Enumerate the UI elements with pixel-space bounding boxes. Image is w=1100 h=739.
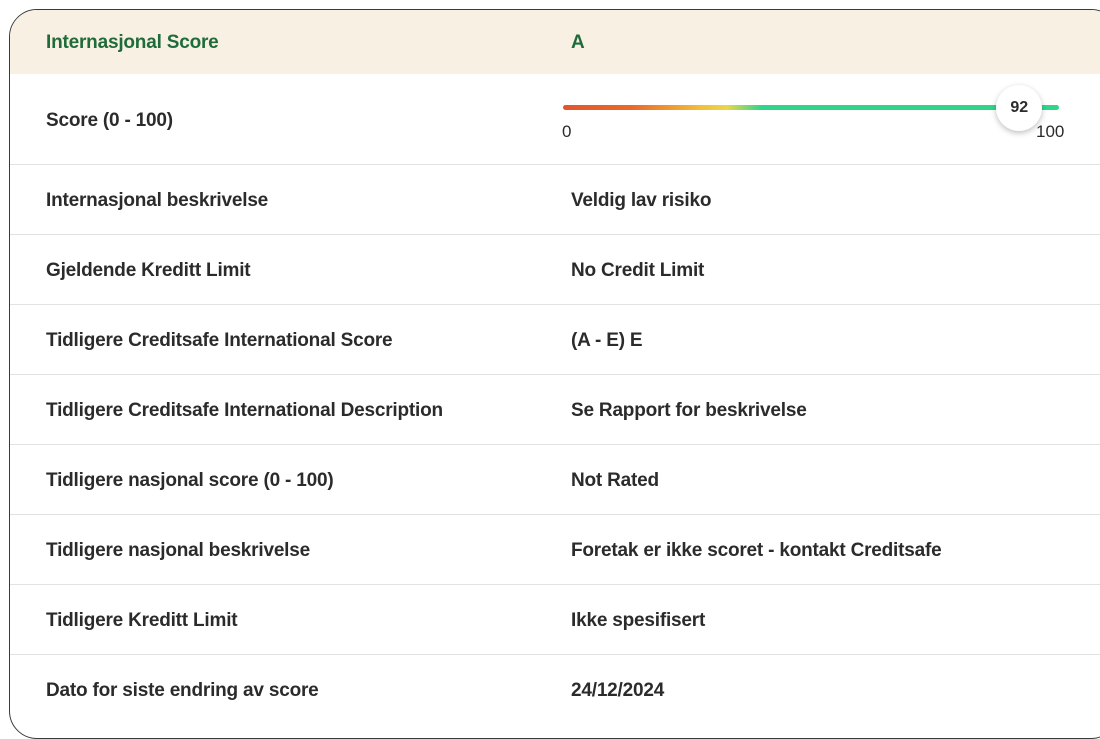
scale-max-label: 100 — [1036, 122, 1065, 141]
table-row: Internasjonal beskrivelse Veldig lav ris… — [10, 165, 1100, 235]
row-value: Not Rated — [571, 470, 659, 491]
header-label: Internasjonal Score — [46, 32, 219, 53]
row-value: Foretak er ikke scoret - kontakt Credits… — [571, 540, 942, 561]
header-value: A — [571, 32, 585, 53]
row-label: Tidligere nasjonal score (0 - 100) — [46, 470, 334, 491]
table-row: Dato for siste endring av score 24/12/20… — [10, 655, 1100, 725]
table-row: Gjeldende Kreditt Limit No Credit Limit — [10, 235, 1100, 305]
row-value: 24/12/2024 — [571, 680, 665, 701]
score-row: Score (0 - 100) — [10, 74, 1100, 165]
row-value: (A - E) E — [571, 330, 643, 351]
row-value: Veldig lav risiko — [571, 190, 712, 211]
row-label: Tidligere Kreditt Limit — [46, 610, 238, 631]
row-label: Internasjonal beskrivelse — [46, 190, 269, 211]
score-bar — [563, 105, 1059, 110]
row-value: Ikke spesifisert — [571, 610, 706, 631]
row-value: Se Rapport for beskrivelse — [571, 400, 807, 421]
table-row: Tidligere Creditsafe International Score… — [10, 305, 1100, 375]
table-row: Tidligere Creditsafe International Descr… — [10, 375, 1100, 445]
table-row: Tidligere Kreditt Limit Ikke spesifisert — [10, 585, 1100, 655]
row-label: Tidligere nasjonal beskrivelse — [46, 540, 310, 561]
credit-score-card: Internasjonal Score A Score (0 - 100) In… — [9, 9, 1100, 739]
header-row: Internasjonal Score A — [10, 10, 1100, 74]
table-row: Tidligere nasjonal beskrivelse Foretak e… — [10, 515, 1100, 585]
table-row: Tidligere nasjonal score (0 - 100) Not R… — [10, 445, 1100, 515]
row-value: No Credit Limit — [571, 260, 705, 281]
scale-min-label: 0 — [562, 122, 572, 141]
row-label: Gjeldende Kreditt Limit — [46, 260, 251, 281]
row-label: Dato for siste endring av score — [46, 680, 319, 701]
score-label: Score (0 - 100) — [46, 110, 173, 131]
row-label: Tidligere Creditsafe International Score — [46, 330, 393, 351]
row-label: Tidligere Creditsafe International Descr… — [46, 400, 443, 421]
score-value: 92 — [1010, 99, 1029, 116]
